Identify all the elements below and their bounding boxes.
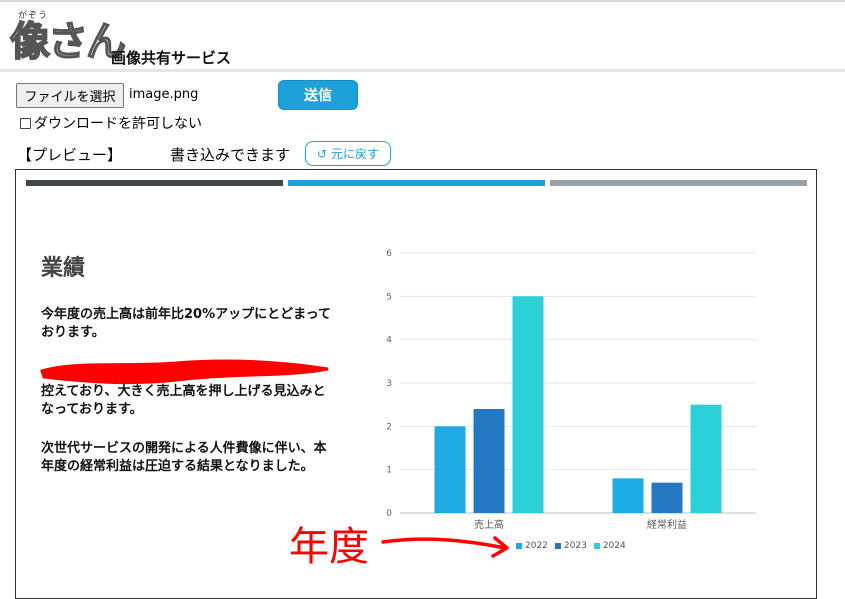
submit-button[interactable]: 送信 [278, 80, 358, 110]
slide-title: 業績 [41, 256, 86, 281]
undo-icon: ↺ [316, 146, 328, 161]
y-tick-label: 4 [386, 336, 392, 346]
site-header: がぞう 像さん 画像共有サービス [0, 2, 845, 70]
bar-2024-1 [690, 404, 722, 513]
y-tick-label: 5 [386, 292, 392, 302]
bar-2023-0 [473, 409, 505, 513]
legend-item: 2023 [554, 541, 587, 551]
bar-2022-1 [612, 478, 644, 513]
legend-label: 2022 [525, 541, 548, 551]
no-download-label: ダウンロードを許可しない [34, 116, 202, 132]
annotation-arrow-line [381, 537, 507, 550]
editable-status: 書き込みできます [170, 146, 291, 164]
slide-paragraph-2: 控えており、大きく売上高を押し上げる見込みとなっております。 [41, 384, 326, 417]
y-tick-label: 1 [386, 466, 392, 476]
x-tick-label: 経常利益 [647, 518, 687, 531]
site-title: 画像共有サービス [111, 49, 232, 67]
preview-label: 【プレビュー】 [17, 146, 123, 164]
slide-paragraph-1: 今年度の売上高は前年比20%アップにとどまっております。 [41, 307, 331, 340]
slide-top-bar-dark [26, 180, 283, 186]
legend-swatch [554, 543, 561, 549]
y-tick-label: 3 [386, 379, 392, 389]
legend-swatch [516, 543, 522, 549]
legend-item: 2022 [516, 541, 548, 551]
site-logo[interactable]: 像さん [9, 19, 127, 65]
slide-paragraph-3: 次世代サービスの開発による人件費像に伴い、本年度の経常利益は圧迫する結果となりま… [41, 441, 327, 474]
legend-label: 2024 [602, 541, 626, 551]
selected-file-name: image.png [129, 87, 199, 102]
reset-button-label: 元に戻す [331, 147, 380, 161]
file-select-button[interactable]: ファイルを選択 [16, 83, 124, 108]
legend-swatch [593, 543, 600, 549]
performance-chart: 0123456売上高 経常利益 [386, 249, 756, 531]
no-download-checkbox[interactable] [20, 117, 31, 129]
chart-legend: 2022 2023 2024 [516, 541, 633, 551]
legend-item: 2024 [593, 541, 626, 551]
reset-button[interactable]: ↺ 元に戻す [305, 141, 391, 166]
y-tick-label: 6 [386, 249, 392, 259]
bar-2022-0 [434, 426, 466, 513]
slide-top-bar-gray [550, 180, 807, 186]
annotation-text: 年度 [289, 524, 369, 570]
header-divider [0, 69, 845, 72]
bar-2023-1 [651, 482, 683, 513]
handwritten-annotation: 年度 [289, 524, 509, 570]
bar-2024-0 [512, 296, 544, 513]
no-download-option[interactable]: ダウンロードを許可しない [20, 113, 202, 133]
legend-label: 2023 [563, 541, 587, 551]
y-tick-label: 2 [386, 422, 392, 432]
slide-top-bar-blue [288, 180, 545, 186]
